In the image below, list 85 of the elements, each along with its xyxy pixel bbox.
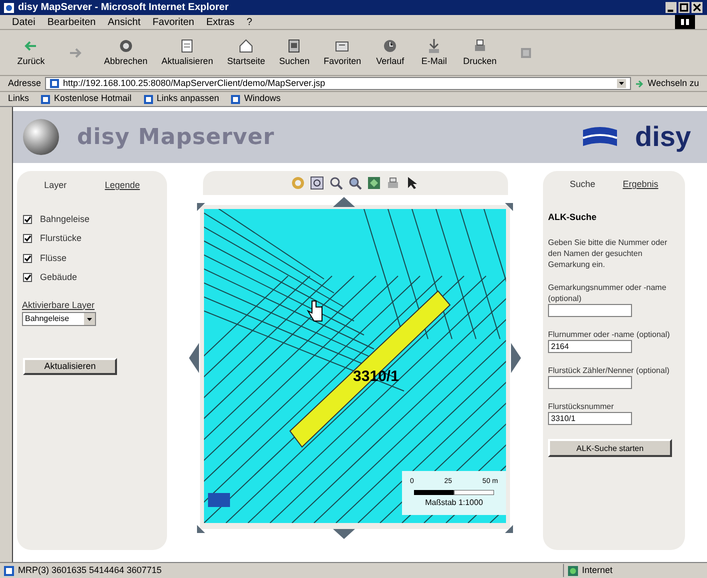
- printer-icon[interactable]: [385, 175, 401, 191]
- arrow-icon: [634, 79, 644, 88]
- zoom-box-icon[interactable]: [309, 175, 325, 191]
- panel-tab[interactable]: Legende: [104, 179, 140, 192]
- field-label: Flurnummer oder -name (optional): [548, 329, 671, 340]
- browser-icon: [4, 2, 14, 12]
- page-icon: [231, 94, 240, 104]
- menu-item[interactable]: ?: [246, 14, 252, 30]
- pan-up-left-icon[interactable]: [197, 203, 205, 211]
- search-intro: Geben Sie bitte die Nummer oder den Namen der gesuchten Gemarkung ein.: [548, 237, 668, 270]
- header-title: disy Mapserver: [77, 124, 275, 152]
- page-icon: [4, 566, 14, 576]
- address-text: http://192.168.100.25:8080/MapServerClient/demo/MapServer.jsp: [63, 76, 326, 90]
- input-field[interactable]: [548, 304, 632, 317]
- field-label: Flurstücksnummer: [548, 401, 615, 412]
- close-icon[interactable]: [691, 2, 703, 13]
- pan-up-right-icon[interactable]: [505, 203, 513, 211]
- hand-cursor-icon: [306, 300, 322, 322]
- toolbar-button[interactable]: Aktualisieren: [162, 32, 214, 72]
- link-text: Windows: [244, 92, 281, 106]
- menu-item[interactable]: Ansicht: [108, 14, 141, 30]
- page-icon: [144, 94, 153, 104]
- link-text: Kostenlose Hotmail: [54, 92, 132, 106]
- input-field[interactable]: 3310/1: [548, 412, 632, 425]
- scale-text: Maßstab 1:1000: [425, 496, 483, 509]
- layer-label: Gebäude: [40, 271, 78, 284]
- minimize-icon[interactable]: [665, 2, 677, 13]
- address-field[interactable]: http://192.168.100.25:8080/MapServerClient/demo/MapServer.jsp: [45, 77, 631, 90]
- links-label: Links: [8, 92, 30, 106]
- toolbar-button[interactable]: Zurück: [16, 32, 46, 72]
- menu-item[interactable]: Datei: [12, 14, 36, 30]
- panel-tab[interactable]: Suche: [570, 179, 596, 190]
- layer-checkbox[interactable]: [23, 273, 32, 282]
- pan-down-right-icon[interactable]: [505, 525, 513, 533]
- link-text: Links anpassen: [156, 92, 220, 106]
- logo-text: disy: [634, 120, 692, 154]
- panel-tab[interactable]: Ergebnis: [622, 179, 658, 190]
- toolbar-button[interactable]: E-Mail: [419, 32, 450, 72]
- window-title: disy MapServer - Microsoft Internet Explorer: [18, 1, 229, 15]
- toolbar-button[interactable]: Startseite: [227, 32, 266, 72]
- toolbar-button[interactable]: Favoriten: [324, 32, 362, 72]
- address-label: Adresse: [8, 76, 42, 90]
- layer-checkbox[interactable]: [23, 254, 32, 263]
- select-value: Bahngeleise: [25, 313, 70, 325]
- maximize-icon[interactable]: [678, 2, 690, 13]
- layer-checkbox[interactable]: [23, 214, 32, 224]
- layer-label: Flüsse: [40, 252, 67, 264]
- zoom-out-icon[interactable]: [328, 175, 344, 191]
- dropdown-icon: [84, 313, 95, 325]
- search-title: ALK-Suche: [548, 212, 598, 223]
- toolbar-button[interactable]: Verlauf: [375, 32, 406, 72]
- panel-tab[interactable]: Layer: [44, 179, 67, 192]
- status-text: MRP(3) 3601635 5414464 3607715: [18, 564, 163, 577]
- input-field[interactable]: 2164: [548, 340, 632, 353]
- toolbar-button[interactable]: Abbrechen: [104, 32, 148, 72]
- parcel-label: 3310/1: [353, 368, 399, 385]
- menu-item[interactable]: Extras: [206, 14, 235, 30]
- layer-checkbox[interactable]: [23, 234, 32, 244]
- field-label: Flurstück Zähler/Nenner (optional): [548, 365, 670, 376]
- map-icon[interactable]: [366, 175, 382, 191]
- zoom-in-icon[interactable]: [347, 175, 363, 191]
- pan-down-left-icon[interactable]: [197, 525, 205, 533]
- menu-item[interactable]: Favoriten: [152, 14, 194, 30]
- select-label: Aktivierbare Layer: [22, 298, 96, 312]
- field-label: Gemarkungsnummer oder -name (optional): [548, 282, 668, 304]
- toolbar-button[interactable]: Suchen: [279, 32, 310, 72]
- layer-select[interactable]: Bahngeleise: [22, 312, 96, 326]
- pan-up-icon[interactable]: [333, 197, 355, 207]
- search-button[interactable]: ALK-Suche starten: [548, 439, 672, 457]
- zone-text: Internet: [582, 564, 613, 577]
- house-icon: [237, 36, 256, 55]
- layer-label: Flurstücke: [40, 232, 82, 245]
- dropdown-icon[interactable]: [616, 79, 626, 88]
- logo-mark-icon: [208, 493, 230, 507]
- link-button[interactable]: Windows: [231, 92, 281, 106]
- sphere-logo-icon: [21, 117, 61, 157]
- toolbar-button[interactable]: Drucken: [463, 32, 497, 72]
- globe-icon: [568, 566, 578, 576]
- layer-label: Bahngeleise: [40, 212, 90, 226]
- menu-item[interactable]: Bearbeiten: [47, 14, 96, 30]
- link-button[interactable]: Kostenlose Hotmail: [41, 92, 132, 106]
- update-button[interactable]: Aktualisieren: [23, 358, 117, 375]
- go-button[interactable]: Wechseln zu: [634, 76, 699, 90]
- link-button[interactable]: Links anpassen: [144, 92, 220, 106]
- input-field[interactable]: [548, 376, 632, 389]
